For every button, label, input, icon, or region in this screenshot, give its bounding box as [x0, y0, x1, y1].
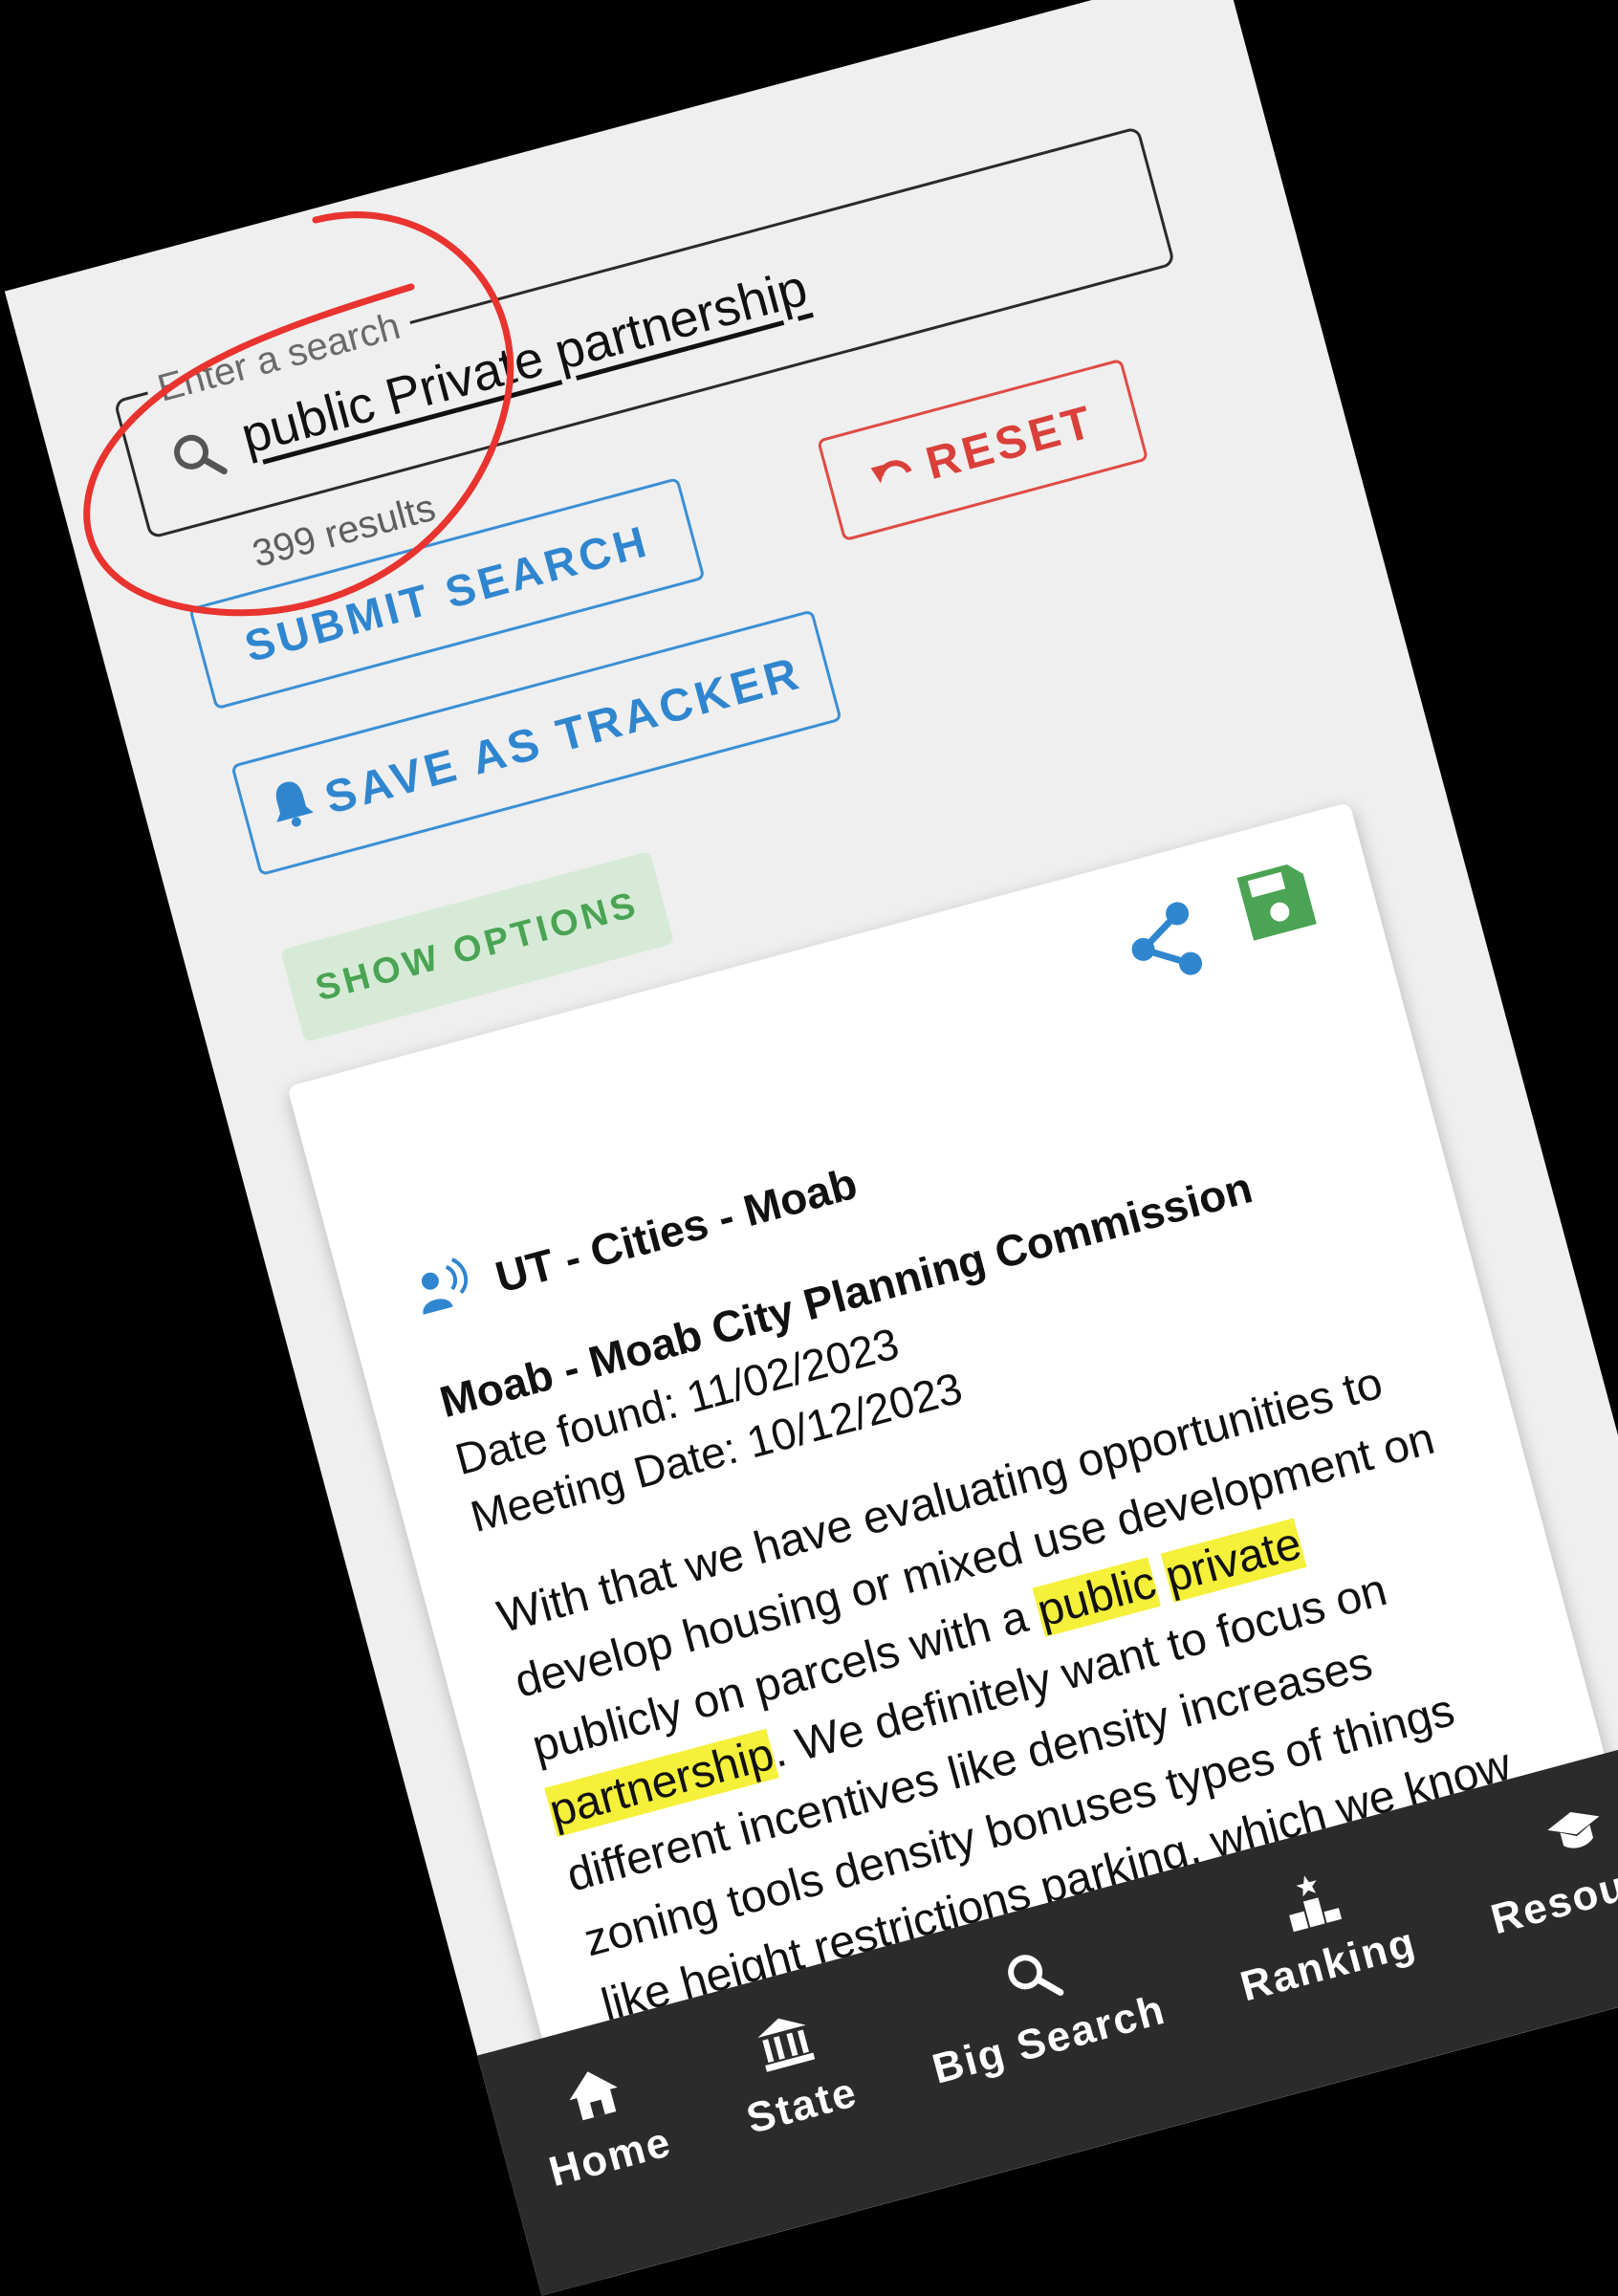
- nav-state[interactable]: State: [724, 2001, 864, 2144]
- home-icon: [558, 2059, 628, 2129]
- bell-icon: [265, 773, 321, 842]
- nav-home-label: Home: [544, 2118, 677, 2197]
- undo-icon: [865, 443, 922, 505]
- nav-big-search[interactable]: Big Search: [909, 1917, 1170, 2093]
- save-floppy-icon[interactable]: [1230, 854, 1323, 948]
- nav-resource-label: Resource: [1486, 1844, 1618, 1944]
- bank-icon: [750, 2007, 820, 2077]
- nav-state-label: State: [741, 2068, 863, 2143]
- nav-ranking[interactable]: Ranking: [1217, 1850, 1421, 2011]
- share-icon[interactable]: [1112, 891, 1217, 996]
- nav-resource[interactable]: Resource: [1468, 1776, 1618, 1944]
- search-icon: [165, 424, 231, 490]
- reset-button[interactable]: RESET: [817, 358, 1149, 542]
- save-as-tracker-label: SAVE AS TRACKER: [319, 647, 807, 824]
- meeting-speaker-icon: [405, 1253, 482, 1332]
- nav-home[interactable]: Home: [526, 2050, 677, 2197]
- graduation-cap-icon: [1541, 1796, 1610, 1866]
- show-options-label: SHOW OPTIONS: [311, 884, 644, 1009]
- nav-big-search-label: Big Search: [928, 1985, 1171, 2093]
- search-icon: [997, 1941, 1067, 2011]
- app-screen: Enter a search public Private partnershi…: [4, 0, 1618, 2296]
- highlight-term: public: [1032, 1557, 1162, 1637]
- nav-ranking-label: Ranking: [1235, 1918, 1422, 2011]
- podium-icon: [1277, 1867, 1346, 1936]
- reset-label: RESET: [920, 395, 1101, 490]
